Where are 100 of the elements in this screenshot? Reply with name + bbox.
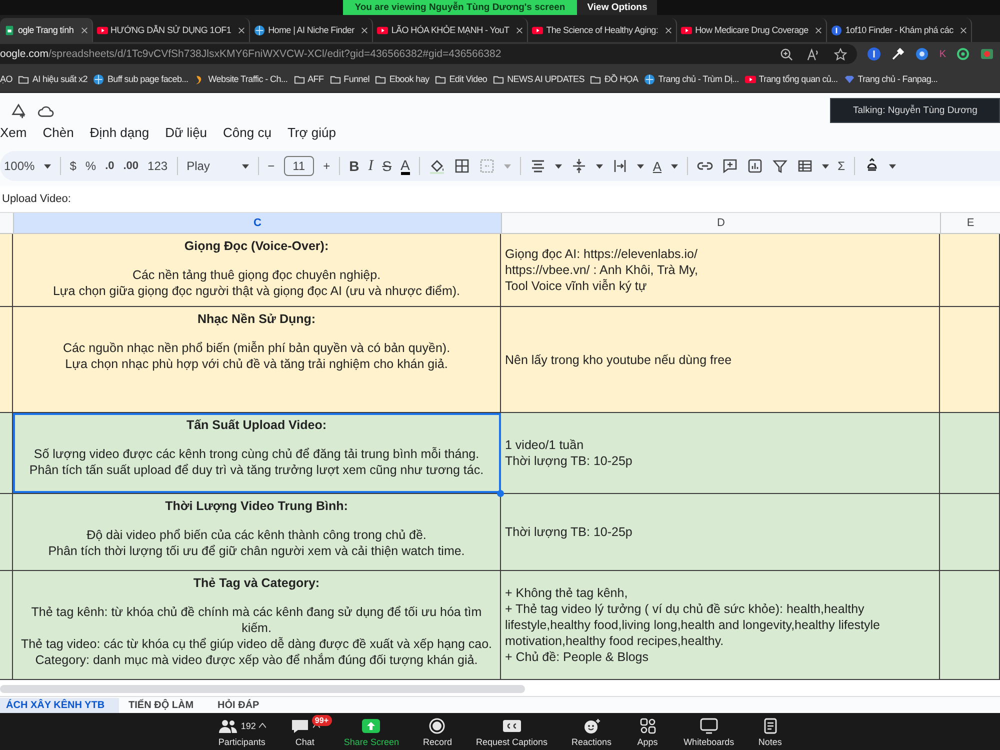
bookmark[interactable]: Trang tổng quan củ...: [744, 74, 838, 84]
close-icon[interactable]: [238, 26, 246, 34]
star-icon[interactable]: [834, 48, 848, 60]
caret-icon[interactable]: [888, 164, 896, 168]
bookmark[interactable]: Funnel: [330, 74, 370, 84]
browser-tab[interactable]: ogle Trang tính: [0, 18, 93, 42]
close-icon[interactable]: [80, 26, 88, 34]
menu-item[interactable]: Định dạng: [90, 125, 150, 140]
caret-icon[interactable]: [636, 164, 644, 168]
italic-button[interactable]: I: [368, 158, 374, 174]
meeting-control-button[interactable]: Share Screen: [332, 713, 411, 750]
column-header[interactable]: D: [501, 213, 940, 233]
people-icon: [218, 718, 238, 734]
menu-item[interactable]: Xem: [0, 125, 27, 140]
close-icon[interactable]: [815, 26, 822, 34]
extension-icon[interactable]: [915, 47, 930, 61]
zoom-dropdown[interactable]: 100%: [4, 159, 35, 173]
menu-item[interactable]: Dữ liệu: [165, 125, 208, 140]
text-color-button[interactable]: A: [400, 158, 410, 174]
table-cell[interactable]: 1 video/1 tuần Thời lượng TB: 10-25p: [501, 413, 940, 493]
table-cell[interactable]: Thời Lượng Video Trung Bình: Độ dài video phổ biến của các kênh thành công trong chủ đề. Phân tích thời lượng tối ưu để giữ chân người xem và cải thiện watch time.: [13, 494, 501, 570]
chart-icon[interactable]: [746, 158, 763, 174]
font-dropdown[interactable]: Play: [186, 159, 210, 173]
meeting-control-button[interactable]: 99+ Chat: [278, 713, 332, 750]
bookmark[interactable]: AI hiệu suất x2: [18, 74, 88, 84]
borders-icon[interactable]: [454, 158, 470, 174]
functions-button[interactable]: Σ: [838, 159, 845, 173]
bookmark[interactable]: Website Traffic - Ch...: [194, 74, 288, 84]
column-header[interactable]: C: [13, 213, 501, 233]
table-cell[interactable]: + Không thẻ tag kênh, + Thẻ tag video lý tưởng ( ví dụ chủ đề sức khỏe): health,healthy lifestyle,healthy food,living long,health and longevity,healthy lifestyle motivation,healthy food recipes,healthy. + Chủ đề: People & Blogs: [501, 571, 940, 679]
caret-icon[interactable]: [670, 164, 678, 168]
meeting-control-button[interactable]: Request Captions: [464, 713, 560, 750]
bookmark[interactable]: NEWS AI UPDATES: [493, 74, 584, 84]
table-cell[interactable]: Tấn Suất Upload Video: Số lượng video được các kênh trong cùng chủ để đăng tải trung bình mỗi tháng. Phân tích tấn suất upload để duy trì và tăng trưởng lượt xem cũng như tương tác.: [13, 413, 501, 493]
close-icon[interactable]: [516, 26, 524, 34]
font-size-decrease-button[interactable]: −: [268, 159, 275, 173]
meeting-control-button[interactable]: Reactions: [560, 713, 624, 750]
comment-icon[interactable]: [722, 158, 738, 174]
decrease-decimal-button[interactable]: .0: [105, 160, 114, 172]
fill-color-icon[interactable]: [428, 158, 445, 174]
increase-decimal-button[interactable]: .00: [123, 160, 139, 172]
caret-icon[interactable]: [822, 164, 829, 168]
table-icon[interactable]: [796, 158, 813, 174]
menu-item[interactable]: Trợ giúp: [287, 125, 336, 140]
font-size-increase-button[interactable]: +: [323, 159, 330, 173]
view-options-button[interactable]: View Options: [577, 0, 658, 15]
caret-icon[interactable]: [554, 164, 562, 168]
number-format-button[interactable]: 123: [148, 159, 168, 173]
bookmark[interactable]: Edit Video: [435, 74, 488, 84]
zoom-in-icon[interactable]: [780, 48, 794, 60]
meeting-control-button[interactable]: 192 Participants: [206, 713, 278, 750]
table-cell[interactable]: Nhạc Nền Sử Dụng: Các nguồn nhạc nền phổ biến (miễn phí bản quyền và có bản quyền). Lựa chọn nhạc phù hợp với chủ đề và tăng trải nghiệm cho khán giả.: [13, 307, 501, 412]
menu-item[interactable]: Công cụ: [223, 125, 272, 140]
scrollbar-thumb[interactable]: [0, 685, 525, 693]
share-screen-icon: [361, 718, 382, 734]
read-aloud-icon[interactable]: [807, 48, 820, 60]
vertical-align-icon[interactable]: [570, 158, 587, 174]
meeting-control-button[interactable]: Notes: [746, 713, 794, 750]
sheet-tab[interactable]: TIẾN ĐỘ LÀM: [122, 698, 208, 713]
align-icon[interactable]: [530, 158, 546, 174]
caret-up-icon[interactable]: [312, 723, 320, 728]
caret-up-icon[interactable]: [258, 723, 266, 728]
close-icon[interactable]: [960, 26, 968, 34]
extension-icon[interactable]: [956, 47, 970, 61]
drive-add-icon[interactable]: [10, 103, 27, 120]
currency-button[interactable]: $: [70, 159, 76, 173]
bold-button[interactable]: B: [349, 158, 360, 174]
meeting-control-button[interactable]: Apps: [624, 713, 672, 750]
bookmark[interactable]: Trang chủ - Trùm Dị...: [644, 74, 739, 84]
caret-icon[interactable]: [596, 164, 603, 168]
caret-icon[interactable]: [242, 164, 249, 168]
bookmark[interactable]: ẠO: [0, 74, 12, 84]
bookmark[interactable]: Ebook hay: [375, 74, 430, 84]
bookmark[interactable]: Buff sub page faceb...: [93, 74, 188, 84]
filter-icon[interactable]: [772, 158, 788, 174]
address-bar[interactable]: oogle.com/spreadsheets/d/1Tc9vCVfSh738JlsxKMY6FniWXVCW-XCl/edit?gid=436566382#gid=436566382: [0, 44, 858, 64]
wrap-icon[interactable]: [612, 158, 628, 174]
text-rotation-button[interactable]: A: [652, 158, 662, 174]
bookmark[interactable]: Trang chủ - Fanpag...: [844, 74, 938, 84]
sheet-tab[interactable]: HỎI ĐÁP: [212, 698, 274, 713]
font-size-field[interactable]: 11: [284, 156, 314, 176]
meeting-control-button[interactable]: Record: [410, 713, 464, 750]
percent-button[interactable]: %: [85, 159, 96, 173]
bookmark[interactable]: ĐỒ HỌA: [590, 74, 638, 84]
meeting-control-button[interactable]: Whiteboards: [672, 713, 746, 750]
column-header[interactable]: E: [940, 213, 1000, 233]
caret-icon[interactable]: [44, 164, 51, 168]
folder-icon: [493, 74, 504, 84]
table-cell[interactable]: Nên lấy trong kho youtube nếu dùng free: [501, 307, 940, 412]
extension-icon[interactable]: [867, 47, 882, 61]
close-icon[interactable]: [665, 26, 672, 34]
sheet-tab[interactable]: ÁCH XÂY KÊNH YTB: [0, 698, 119, 713]
menu-item[interactable]: Chèn: [42, 125, 74, 140]
fill-handle[interactable]: [497, 490, 504, 497]
table-cell[interactable]: Giọng đọc AI: https://elevenlabs.io/ https://vbee.vn/ : Anh Khôi, Trà My, Tool Voice vĩnh viễn ký tự: [501, 234, 940, 306]
table-cell[interactable]: Giọng Đọc (Voice-Over): Các nền tảng thuê giọng đọc chuyên nghiệp. Lựa chọn giữa giọng đọc người thật và giọng đọc AI (ưu và nhược điểm).: [13, 234, 501, 306]
table-cell[interactable]: Thời lượng TB: 10-25p: [501, 494, 940, 570]
strikethrough-button[interactable]: S: [382, 158, 392, 174]
bookmark[interactable]: AFF: [294, 74, 324, 84]
close-icon[interactable]: [361, 26, 368, 34]
